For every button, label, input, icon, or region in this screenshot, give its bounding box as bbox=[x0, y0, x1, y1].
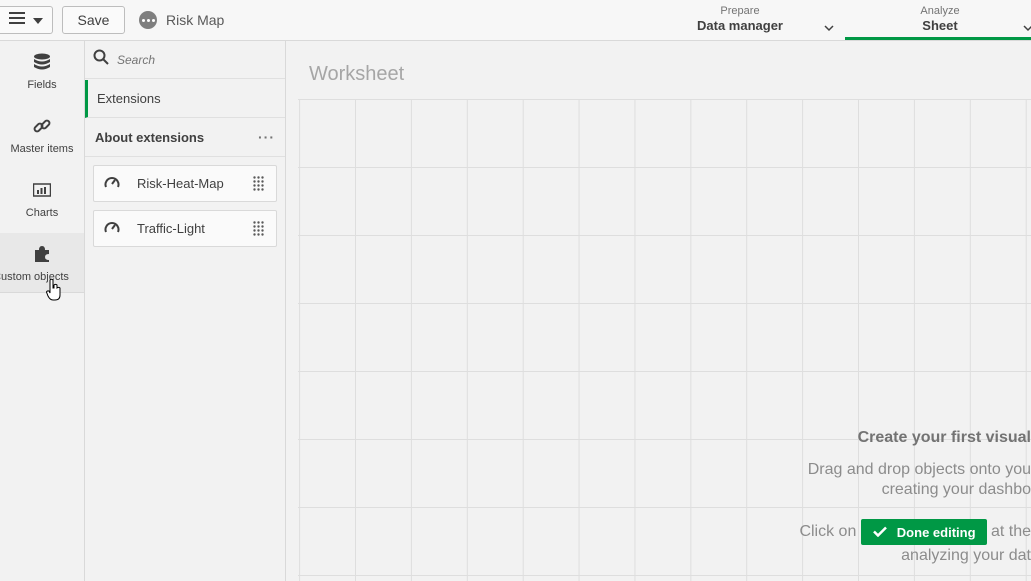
hint-at-text: at the bbox=[990, 523, 1031, 541]
drag-handle-icon[interactable] bbox=[253, 176, 264, 195]
nav-analyze-label: Analyze bbox=[920, 5, 960, 17]
section-title: About extensions bbox=[95, 130, 205, 145]
empty-sheet-text-line4: analyzing your dat bbox=[901, 547, 1031, 564]
empty-sheet-heading: Create your first visual bbox=[857, 429, 1031, 446]
extension-item-traffic-light[interactable]: Traffic-Light bbox=[93, 210, 277, 247]
caret-down-icon bbox=[33, 11, 43, 29]
rail-label: Fields bbox=[27, 79, 57, 91]
sheet-grid bbox=[298, 99, 1031, 581]
nav-analyze-tab[interactable]: Analyze Sheet bbox=[845, 0, 1031, 40]
extension-name: Risk-Heat-Map bbox=[137, 176, 224, 191]
app-name: Risk Map bbox=[166, 12, 225, 28]
save-button[interactable]: Save bbox=[62, 6, 125, 34]
asset-rail: Fields Master items Charts Custom object… bbox=[0, 41, 85, 581]
done-editing-chip: Done editing bbox=[860, 519, 987, 545]
search-icon bbox=[93, 49, 109, 70]
tab-extensions[interactable]: Extensions bbox=[85, 80, 285, 118]
search-input[interactable] bbox=[117, 52, 267, 67]
nav-prepare-label: Prepare bbox=[720, 5, 760, 17]
extension-item-risk-heat-map[interactable]: Risk-Heat-Map bbox=[93, 165, 277, 202]
chevron-down-icon bbox=[1023, 19, 1031, 37]
database-icon bbox=[33, 51, 51, 73]
gauge-icon bbox=[104, 220, 120, 237]
top-toolbar: Save Risk Map Prepare Data manager Analy… bbox=[0, 0, 1031, 41]
sheet-canvas[interactable]: Worksheet Create your first visual Drag … bbox=[286, 41, 1031, 581]
rail-label: Master items bbox=[10, 143, 74, 155]
more-icon bbox=[139, 11, 157, 29]
hamburger-icon bbox=[9, 11, 25, 30]
gauge-icon bbox=[104, 175, 120, 192]
link-icon bbox=[33, 115, 51, 137]
more-options-icon[interactable]: ··· bbox=[258, 129, 275, 145]
extension-name: Traffic-Light bbox=[137, 221, 205, 236]
nav-prepare-value: Data manager bbox=[697, 18, 783, 33]
puzzle-icon bbox=[33, 243, 51, 265]
search-bar bbox=[85, 41, 285, 79]
empty-sheet-text-line2: creating your dashbo bbox=[881, 481, 1031, 498]
rail-item-custom-objects[interactable]: Custom objects bbox=[0, 233, 84, 293]
asset-panel: Extensions About extensions ··· Risk-Hea… bbox=[85, 41, 286, 581]
empty-sheet-click-line: Click on Done editing at the bbox=[799, 519, 1031, 545]
done-editing-label: Done editing bbox=[896, 524, 976, 540]
nav-analyze-value: Sheet bbox=[922, 18, 958, 33]
rail-item-fields[interactable]: Fields bbox=[0, 41, 84, 101]
chevron-down-icon bbox=[824, 19, 834, 37]
app-title[interactable]: Risk Map bbox=[139, 11, 224, 29]
main-menu-button[interactable] bbox=[0, 6, 53, 34]
nav-prepare-dropdown[interactable]: Prepare Data manager bbox=[690, 0, 842, 40]
hand-pointer-icon bbox=[45, 278, 62, 307]
rail-item-charts[interactable]: Charts bbox=[0, 169, 84, 229]
rail-item-master-items[interactable]: Master items bbox=[0, 105, 84, 165]
drag-handle-icon[interactable] bbox=[253, 221, 264, 240]
bar-chart-icon bbox=[33, 179, 51, 201]
about-extensions-header[interactable]: About extensions ··· bbox=[85, 119, 285, 157]
sheet-title[interactable]: Worksheet bbox=[309, 63, 404, 86]
hint-click-text: Click on bbox=[799, 523, 857, 541]
empty-sheet-text-line1: Drag and drop objects onto you bbox=[807, 461, 1031, 478]
checkmark-icon bbox=[872, 525, 887, 540]
rail-label: Charts bbox=[25, 207, 59, 219]
